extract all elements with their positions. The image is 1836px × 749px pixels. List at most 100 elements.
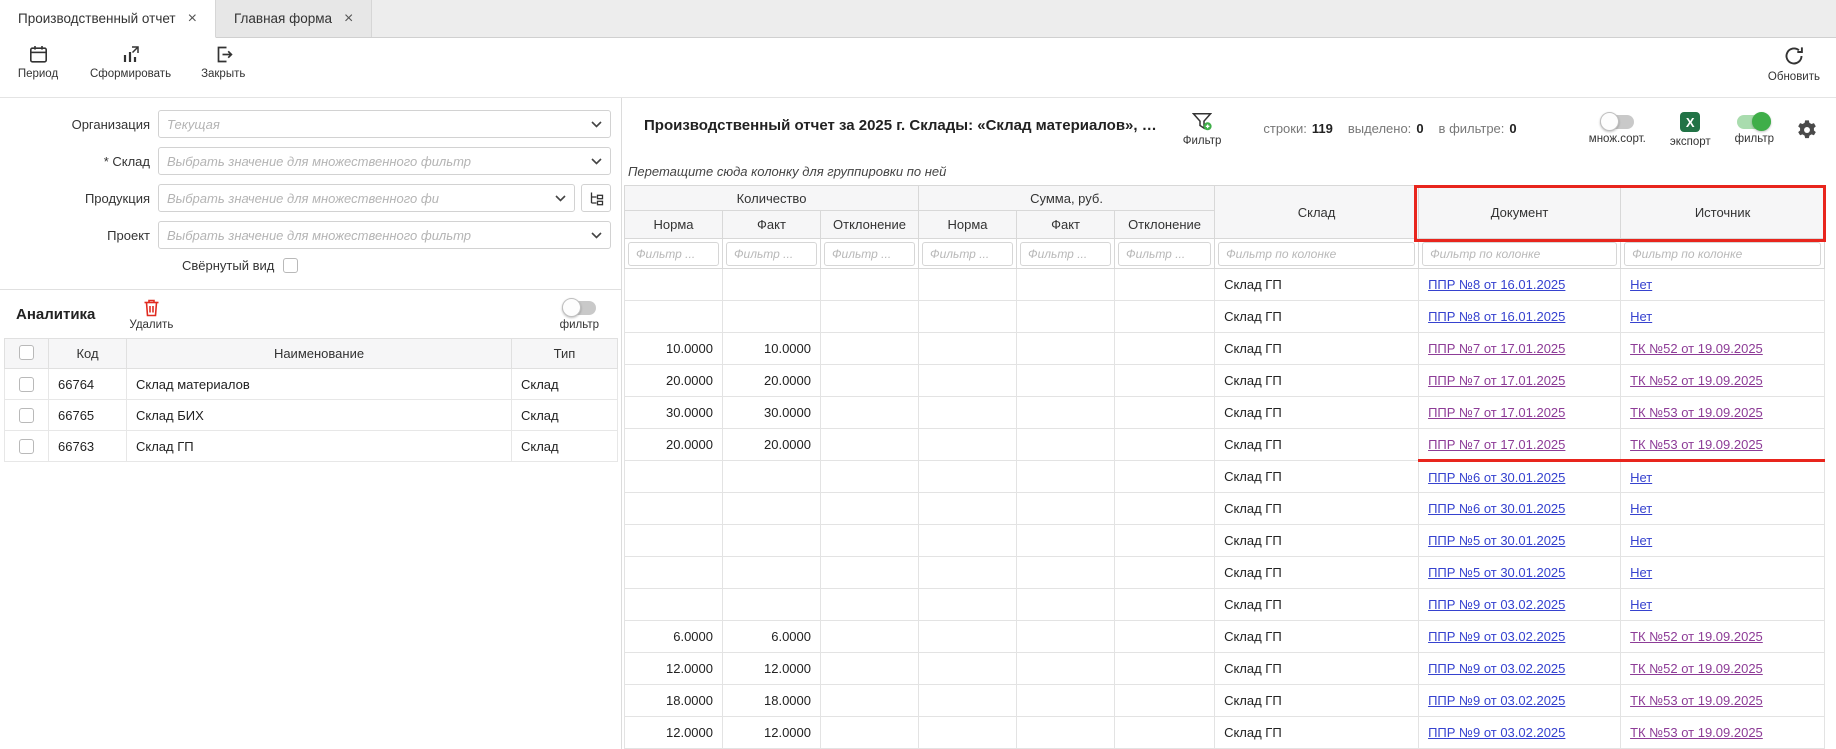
column-header-name[interactable]: Наименование [127,339,512,369]
column-header-2[interactable]: Отклонение [821,211,919,239]
document-link[interactable]: ППР №8 от 16.01.2025 [1428,309,1565,324]
report-row[interactable]: 20.000020.0000Склад ГПППР №7 от 17.01.20… [625,429,1825,461]
chevron-down-icon[interactable] [591,121,602,128]
column-filter-input[interactable] [922,242,1013,266]
filter-button[interactable]: Фильтр [1183,112,1222,147]
select-all-checkbox[interactable] [19,345,34,360]
document-link[interactable]: ППР №8 от 16.01.2025 [1428,277,1565,292]
document-link[interactable]: ППР №9 от 03.02.2025 [1428,629,1565,644]
document-link[interactable]: ППР №9 от 03.02.2025 [1428,661,1565,676]
source-link[interactable]: ТК №52 от 19.09.2025 [1630,373,1763,388]
document-link[interactable]: ППР №7 от 17.01.2025 [1428,405,1565,420]
report-row[interactable]: 30.000030.0000Склад ГПППР №7 от 17.01.20… [625,397,1825,429]
column-header-3[interactable]: Норма [919,211,1017,239]
source-link[interactable]: ТК №52 от 19.09.2025 [1630,341,1763,356]
delete-button[interactable]: Удалить [129,298,173,331]
report-row[interactable]: Склад ГПППР №6 от 30.01.2025Нет [625,461,1825,493]
report-filter-toggle[interactable]: фильтр [1735,112,1774,145]
toggle-off-icon[interactable] [1600,115,1634,129]
tab-production-report[interactable]: Производственный отчет × [0,0,216,38]
source-link[interactable]: Нет [1630,533,1652,548]
source-link[interactable]: Нет [1630,501,1652,516]
toggle-off-icon[interactable] [562,301,596,315]
source-link[interactable]: ТК №53 от 19.09.2025 [1630,437,1763,452]
document-link[interactable]: ППР №7 от 17.01.2025 [1428,373,1565,388]
project-input[interactable] [167,228,585,243]
source-link[interactable]: ТК №53 от 19.09.2025 [1630,725,1763,740]
column-header-code[interactable]: Код [49,339,127,369]
chevron-down-icon[interactable] [591,158,602,165]
document-link[interactable]: ППР №6 от 30.01.2025 [1428,501,1565,516]
document-link[interactable]: ППР №7 от 17.01.2025 [1428,341,1565,356]
column-header-4[interactable]: Факт [1017,211,1115,239]
column-filter-input[interactable] [628,242,719,266]
column-filter-input[interactable] [1118,242,1211,266]
column-filter-input[interactable] [726,242,817,266]
source-link[interactable]: ТК №53 от 19.09.2025 [1630,405,1763,420]
organization-select[interactable] [158,110,611,138]
warehouse-input[interactable] [167,154,585,169]
report-row[interactable]: 6.00006.0000Склад ГПППР №9 от 03.02.2025… [625,621,1825,653]
report-row[interactable]: 12.000012.0000Склад ГПППР №9 от 03.02.20… [625,653,1825,685]
document-link[interactable]: ППР №9 от 03.02.2025 [1428,725,1565,740]
close-button[interactable]: Закрыть [201,45,245,80]
analytics-filter-toggle[interactable]: фильтр [560,298,599,331]
product-tree-button[interactable] [581,184,611,212]
report-row[interactable]: Склад ГПППР №6 от 30.01.2025Нет [625,493,1825,525]
row-checkbox[interactable] [19,439,34,454]
refresh-button[interactable]: Обновить [1768,45,1820,83]
gear-icon[interactable] [1796,112,1818,141]
report-row[interactable]: Склад ГПППР №5 от 30.01.2025Нет [625,557,1825,589]
report-row[interactable]: Склад ГПППР №5 от 30.01.2025Нет [625,525,1825,557]
tab-close-icon[interactable]: × [188,11,197,27]
source-link[interactable]: Нет [1630,597,1652,612]
group-by-drop-zone[interactable]: Перетащите сюда колонку для группировки … [628,164,1836,179]
report-row[interactable]: Склад ГПППР №8 от 16.01.2025Нет [625,269,1825,301]
source-link[interactable]: Нет [1630,470,1652,485]
column-header-type[interactable]: Тип [512,339,618,369]
document-link[interactable]: ППР №7 от 17.01.2025 [1428,437,1565,452]
report-row[interactable]: Склад ГПППР №9 от 03.02.2025Нет [625,589,1825,621]
generate-button[interactable]: Сформировать [90,45,171,80]
source-link[interactable]: Нет [1630,277,1652,292]
source-link[interactable]: Нет [1630,565,1652,580]
column-filter-input[interactable] [1422,242,1617,266]
project-select[interactable] [158,221,611,249]
tab-close-icon[interactable]: × [344,11,353,27]
column-filter-input[interactable] [824,242,915,266]
analytics-row[interactable]: 66763Склад ГПСклад [5,431,618,462]
product-input[interactable] [167,191,549,206]
column-header-1[interactable]: Факт [723,211,821,239]
column-header-6[interactable]: Склад [1215,186,1419,239]
column-header-5[interactable]: Отклонение [1115,211,1215,239]
report-row[interactable]: 20.000020.0000Склад ГПППР №7 от 17.01.20… [625,365,1825,397]
report-row[interactable]: 12.000012.0000Склад ГПППР №9 от 03.02.20… [625,717,1825,749]
column-header-8[interactable]: Источник [1621,186,1825,239]
column-filter-input[interactable] [1218,242,1415,266]
toggle-on-icon[interactable] [1737,115,1771,129]
analytics-row[interactable]: 66764Склад материаловСклад [5,369,618,400]
source-link[interactable]: ТК №52 от 19.09.2025 [1630,629,1763,644]
document-link[interactable]: ППР №5 от 30.01.2025 [1428,533,1565,548]
column-filter-input[interactable] [1020,242,1111,266]
collapsed-view-checkbox[interactable] [283,258,298,273]
product-select[interactable] [158,184,575,212]
source-link[interactable]: ТК №53 от 19.09.2025 [1630,693,1763,708]
organization-input[interactable] [167,117,585,132]
tab-main-form[interactable]: Главная форма × [216,0,372,37]
chevron-down-icon[interactable] [555,195,566,202]
row-checkbox[interactable] [19,377,34,392]
document-link[interactable]: ППР №9 от 03.02.2025 [1428,597,1565,612]
period-button[interactable]: Период [16,45,60,80]
column-header-0[interactable]: Норма [625,211,723,239]
row-checkbox[interactable] [19,408,34,423]
analytics-row[interactable]: 66765Склад БИХСклад [5,400,618,431]
multisort-toggle[interactable]: множ.сорт. [1589,112,1646,145]
report-row[interactable]: Склад ГПППР №8 от 16.01.2025Нет [625,301,1825,333]
report-row[interactable]: 10.000010.0000Склад ГПППР №7 от 17.01.20… [625,333,1825,365]
source-link[interactable]: Нет [1630,309,1652,324]
export-button[interactable]: X экспорт [1670,112,1711,148]
column-filter-input[interactable] [1624,242,1821,266]
document-link[interactable]: ППР №5 от 30.01.2025 [1428,565,1565,580]
warehouse-select[interactable] [158,147,611,175]
